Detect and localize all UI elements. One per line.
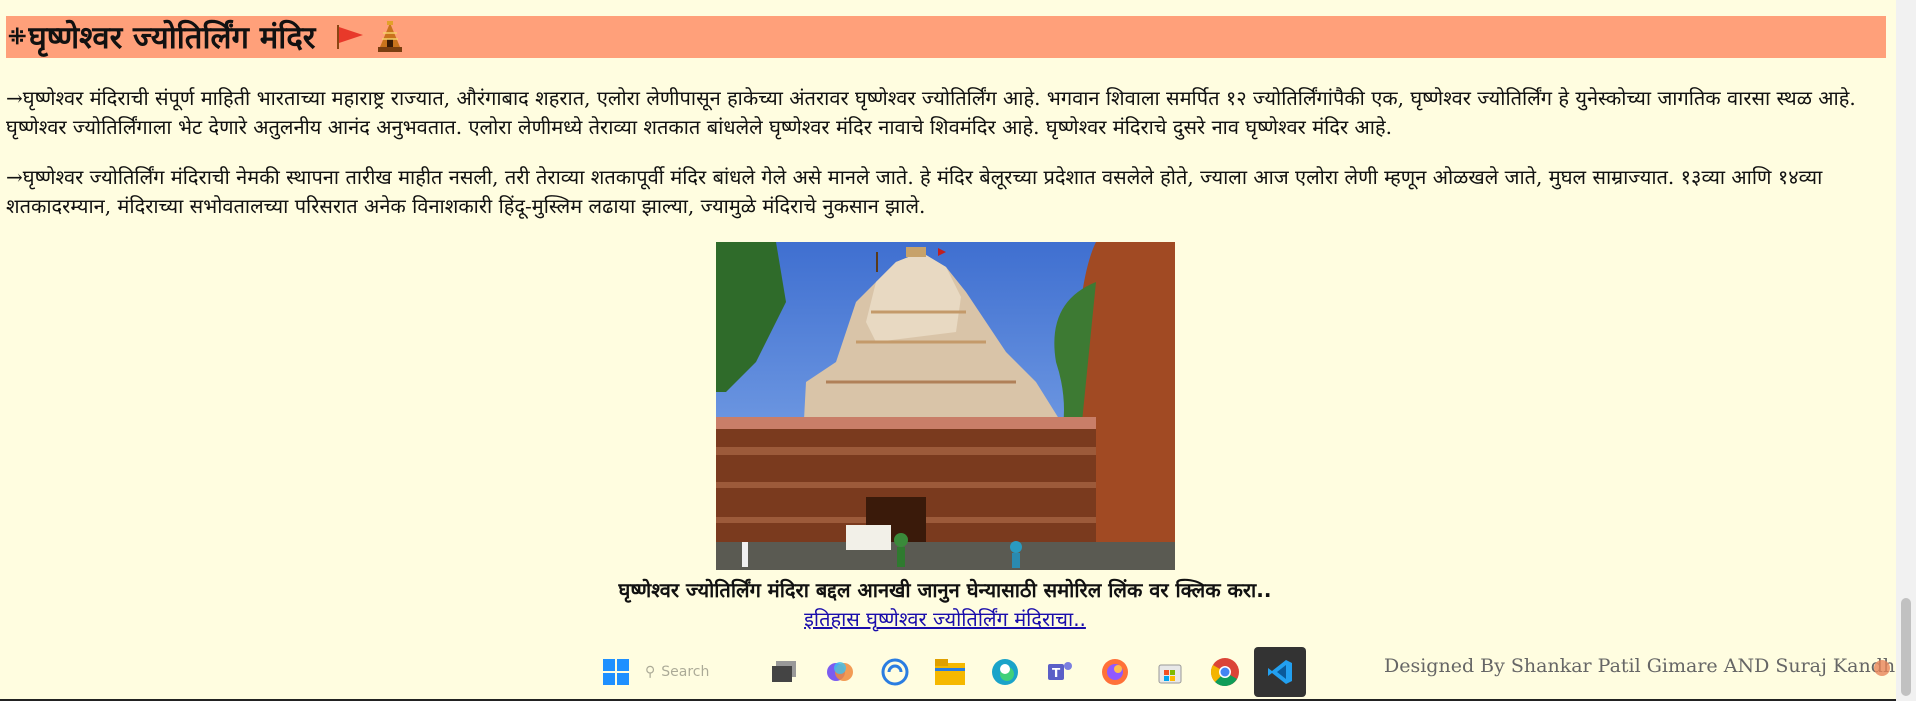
page-scrollbar[interactable] (1896, 0, 1916, 701)
vscode-icon[interactable] (1254, 647, 1306, 697)
history-paragraph: →घृष्णेश्वर ज्योतिर्लिंग मंदिराची नेमकी … (6, 165, 1823, 218)
page-title: घृष्णेश्वर ज्योतिर्लिंग मंदिर (28, 20, 316, 56)
store-icon[interactable] (1144, 647, 1196, 697)
search-icon: ⚲ (645, 664, 656, 680)
chrome-icon[interactable] (1199, 647, 1251, 697)
temple-photo (716, 242, 1175, 570)
taskbar-search[interactable]: ⚲ Search (645, 654, 755, 690)
file-explorer-icon[interactable] (924, 647, 976, 697)
page-heading-bar: ⁜ घृष्णेश्वर ज्योतिर्लिंग मंदिर (6, 16, 1886, 58)
edge-sync-icon[interactable] (869, 647, 921, 697)
windows-taskbar: ⚲ Search T (590, 646, 1330, 698)
intro-paragraph: →घृष्णेश्वर मंदिराची संपूर्ण माहिती भारत… (6, 86, 1856, 139)
heading-ornament: ⁜ (8, 24, 27, 50)
footer-credit: Designed By Shankar Patil Gimare AND Sur… (1384, 655, 1916, 677)
more-info-caption: घृष्णेश्वर ज्योतिर्लिंग मंदिरा बद्दल आनख… (618, 578, 1272, 602)
teams-icon[interactable]: T (1034, 647, 1086, 697)
svg-text:T: T (1052, 666, 1061, 680)
copilot-icon[interactable] (814, 647, 866, 697)
task-view-icon[interactable] (759, 647, 811, 697)
firefox-icon[interactable] (1089, 647, 1141, 697)
start-icon[interactable] (590, 647, 642, 697)
edge-icon[interactable] (979, 647, 1031, 697)
temple-icon (373, 21, 407, 53)
scrollbar-thumb[interactable] (1901, 598, 1911, 696)
flag-icon (335, 23, 365, 51)
history-link[interactable]: इतिहास घृष्णेश्वर ज्योतिर्लिंग मंदिराचा.… (0, 605, 1890, 632)
notification-icon[interactable] (1874, 660, 1890, 676)
search-label: Search (661, 664, 710, 680)
